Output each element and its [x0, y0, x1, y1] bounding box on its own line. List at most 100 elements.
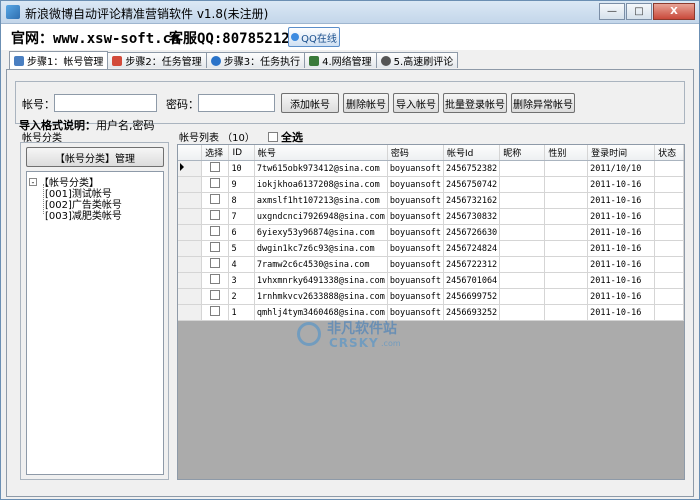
cell-account-id: 2456722312 [443, 256, 501, 273]
column-header-gender[interactable]: 性别 [544, 145, 589, 161]
column-header-account-id[interactable]: 帐号Id [443, 145, 501, 161]
cell-account: uxgndcnci7926948@sina.com [254, 208, 388, 225]
cell-account: 6yiexy53y96874@sina.com [254, 224, 388, 241]
row-header[interactable] [178, 176, 203, 193]
cell-id: 1 [228, 304, 255, 321]
cell-login-time: 2011-10-16 [587, 256, 656, 273]
cell-account-id: 2456752382 [443, 160, 501, 177]
category-tree[interactable]: - 【帐号分类】 [001]测试帐号 [002]广告类帐号 [003]减肥类帐号 [26, 171, 164, 475]
category-box: 【帐号分类】管理 - 【帐号分类】 [001]测试帐号 [002]广告类帐号 [… [20, 142, 169, 480]
account-panel: 帐号： 密码： 添加帐号 删除帐号 导入帐号 批量登录帐号 删除异常帐号 导入格… [6, 69, 694, 497]
tree-item-diet[interactable]: [003]减肥类帐号 [45, 207, 122, 222]
tab-task-management[interactable]: 步骤2：任务管理 [107, 52, 207, 68]
row-header[interactable] [178, 304, 203, 321]
title-bar[interactable]: 新浪微博自动评论精准营销软件 v1.8(未注册) — □ X [1, 1, 699, 24]
row-checkbox[interactable] [210, 290, 221, 300]
add-account-button[interactable]: 添加帐号 [281, 93, 339, 113]
cell-select [201, 272, 230, 289]
row-checkbox[interactable] [210, 242, 221, 252]
import-format-text: 用户名,密码 [96, 119, 155, 132]
row-checkbox[interactable] [210, 210, 221, 220]
close-button[interactable]: X [653, 3, 695, 20]
table-row[interactable]: 2 1rnhmkvcv2633888@sina.com boyuansoft 2456… [178, 288, 684, 305]
delete-abnormal-button[interactable]: 删除异常帐号 [511, 93, 575, 113]
cell-password: boyuansoft [387, 240, 445, 257]
account-table: 选择 ID 帐号 密码 帐号Id 昵称 性别 登录时间 状态 10 7tw615o… [178, 145, 684, 321]
minimize-button[interactable]: — [599, 3, 625, 20]
row-header[interactable] [178, 288, 203, 305]
cell-account-id: 2456730832 [443, 208, 501, 225]
cell-select [201, 208, 230, 225]
cell-login-time: 2011-10-16 [587, 272, 656, 289]
maximize-button[interactable]: □ [626, 3, 652, 20]
delete-account-button[interactable]: 删除帐号 [343, 93, 389, 113]
cell-nickname [499, 224, 546, 241]
cell-nickname [499, 160, 546, 177]
cell-password: boyuansoft [387, 256, 445, 273]
cell-password: boyuansoft [387, 208, 445, 225]
table-row[interactable]: 1 qmhlj4tym3460468@sina.com boyuansoft 2456… [178, 304, 684, 321]
column-header-id[interactable]: ID [228, 145, 255, 161]
cell-select [201, 224, 230, 241]
row-checkbox[interactable] [210, 226, 221, 236]
table-row[interactable]: 5 dwgin1kc7z6c93@sina.com boyuansoft 245672… [178, 240, 684, 257]
select-all-checkbox[interactable]: 全选 [268, 129, 303, 145]
table-row[interactable]: 7 uxgndcnci7926948@sina.com boyuansoft 2456… [178, 208, 684, 225]
cell-password: boyuansoft [387, 176, 445, 193]
calendar-icon [112, 55, 123, 66]
cell-status [654, 176, 684, 193]
cell-password: boyuansoft [387, 272, 445, 289]
row-checkbox[interactable] [210, 194, 221, 204]
select-all-box[interactable] [268, 132, 278, 142]
cell-login-time: 2011-10-16 [587, 208, 656, 225]
row-header[interactable] [178, 160, 203, 177]
row-checkbox[interactable] [210, 178, 221, 188]
row-header[interactable] [178, 192, 203, 209]
column-header-select[interactable]: 选择 [201, 145, 230, 161]
table-row[interactable]: 8 axmslf1ht107213@sina.com boyuansoft 24567… [178, 192, 684, 209]
password-input[interactable] [198, 94, 275, 112]
batch-login-button[interactable]: 批量登录帐号 [443, 93, 507, 113]
column-header-password[interactable]: 密码 [387, 145, 445, 161]
column-header-login-time[interactable]: 登录时间 [587, 145, 656, 161]
window-controls: — □ X [599, 3, 695, 20]
cell-id: 7 [228, 208, 255, 225]
account-grid[interactable]: 选择 ID 帐号 密码 帐号Id 昵称 性别 登录时间 状态 10 7tw615o… [177, 144, 685, 480]
row-checkbox[interactable] [210, 258, 221, 268]
cell-select [201, 288, 230, 305]
cell-select [201, 176, 230, 193]
row-header[interactable] [178, 208, 203, 225]
cell-account: iokjkhoa6137208@sina.com [254, 176, 388, 193]
column-header-status[interactable]: 状态 [654, 145, 684, 161]
row-header[interactable] [178, 256, 203, 273]
category-manage-button[interactable]: 【帐号分类】管理 [26, 147, 164, 167]
row-header[interactable] [178, 272, 203, 289]
table-row[interactable]: 10 7tw615obk973412@sina.com boyuansoft 2456… [178, 160, 684, 177]
row-checkbox[interactable] [210, 274, 221, 284]
table-row[interactable]: 9 iokjkhoa6137208@sina.com boyuansoft 24567… [178, 176, 684, 193]
row-header[interactable] [178, 240, 203, 257]
cell-status [654, 224, 684, 241]
table-row[interactable]: 6 6yiexy53y96874@sina.com boyuansoft 245672… [178, 224, 684, 241]
column-header-nickname[interactable]: 昵称 [499, 145, 546, 161]
row-checkbox[interactable] [210, 306, 221, 316]
account-input[interactable] [54, 94, 157, 112]
cell-password: boyuansoft [387, 192, 445, 209]
table-row[interactable]: 3 1vhxmnrky6491338@sina.com boyuansoft 2456… [178, 272, 684, 289]
column-header-account[interactable]: 帐号 [254, 145, 388, 161]
table-row[interactable]: 4 7ramw2c6c4530@sina.com boyuansoft 2456722… [178, 256, 684, 273]
tab-fast-comment[interactable]: 5.高速刷评论 [375, 52, 459, 68]
tab-network-management[interactable]: 4.网络管理 [304, 52, 377, 68]
cell-gender [544, 256, 589, 273]
qq-online-button[interactable]: QQ在线 [288, 27, 340, 47]
row-checkbox[interactable] [210, 162, 221, 172]
import-account-button[interactable]: 导入帐号 [393, 93, 439, 113]
tab-account-management[interactable]: 步骤1：帐号管理 [9, 51, 109, 69]
cell-status [654, 304, 684, 321]
cell-select [201, 192, 230, 209]
current-row-arrow-icon [180, 163, 184, 171]
tree-collapse-toggle[interactable]: - [29, 177, 37, 186]
cell-account-id: 2456701064 [443, 272, 501, 289]
row-header[interactable] [178, 224, 203, 241]
tab-task-execution[interactable]: 步骤3：任务执行 [205, 52, 306, 68]
